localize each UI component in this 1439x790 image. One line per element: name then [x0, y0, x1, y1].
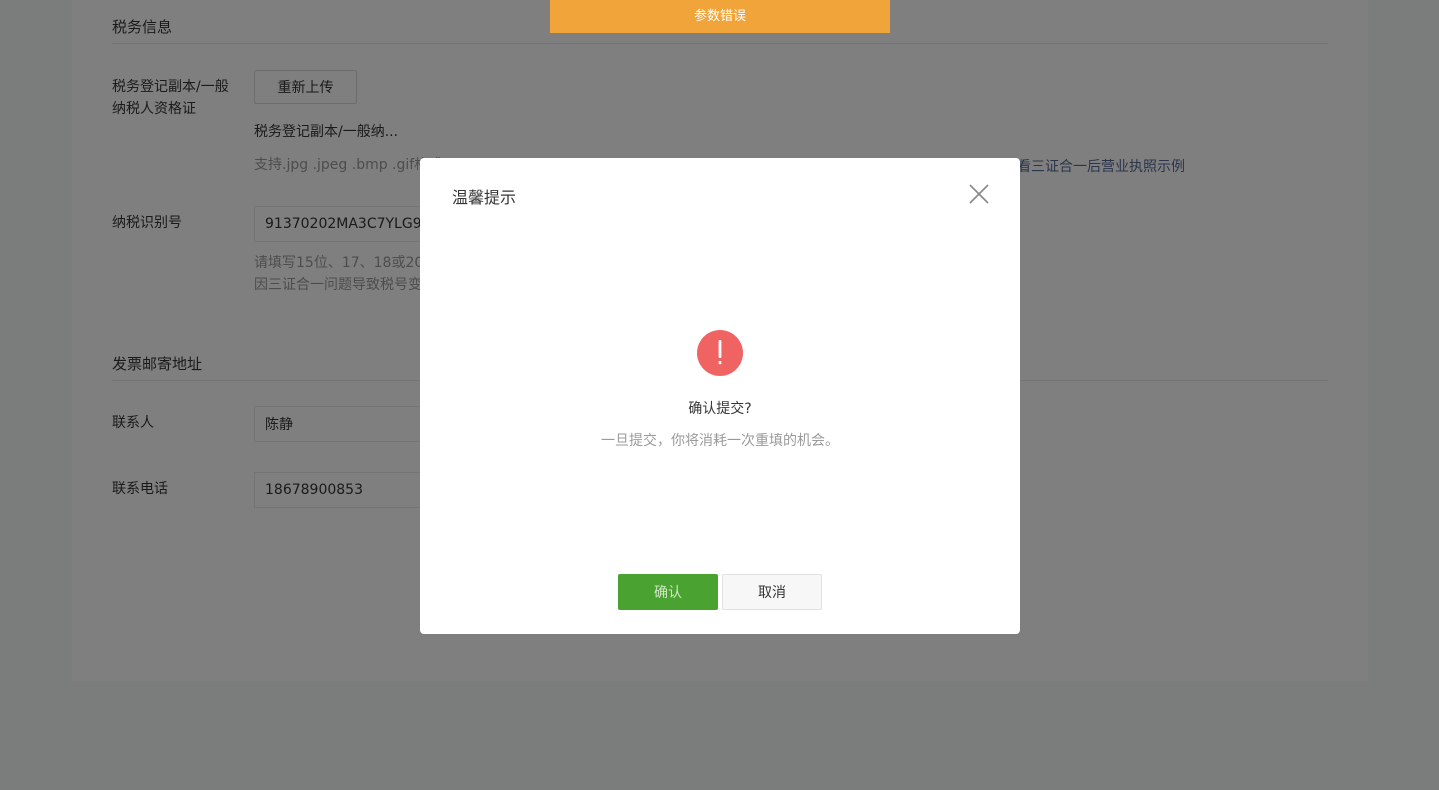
- dialog-sub-message: 一旦提交，你将消耗一次重填的机会。: [601, 433, 839, 449]
- exclamation-circle-icon: [697, 330, 743, 376]
- dialog-title: 温馨提示: [452, 188, 517, 207]
- error-toast: 参数错误: [550, 0, 890, 33]
- dialog-message: 确认提交?: [688, 401, 752, 417]
- confirm-button[interactable]: 确认: [618, 574, 718, 610]
- close-icon-glyph: [969, 184, 989, 204]
- cancel-button[interactable]: 取消: [722, 574, 822, 610]
- confirm-dialog: 温馨提示 确认提交? 一旦提交，你将消耗一次重填的机会。 确认 取消: [420, 158, 1020, 634]
- close-icon[interactable]: [965, 180, 993, 208]
